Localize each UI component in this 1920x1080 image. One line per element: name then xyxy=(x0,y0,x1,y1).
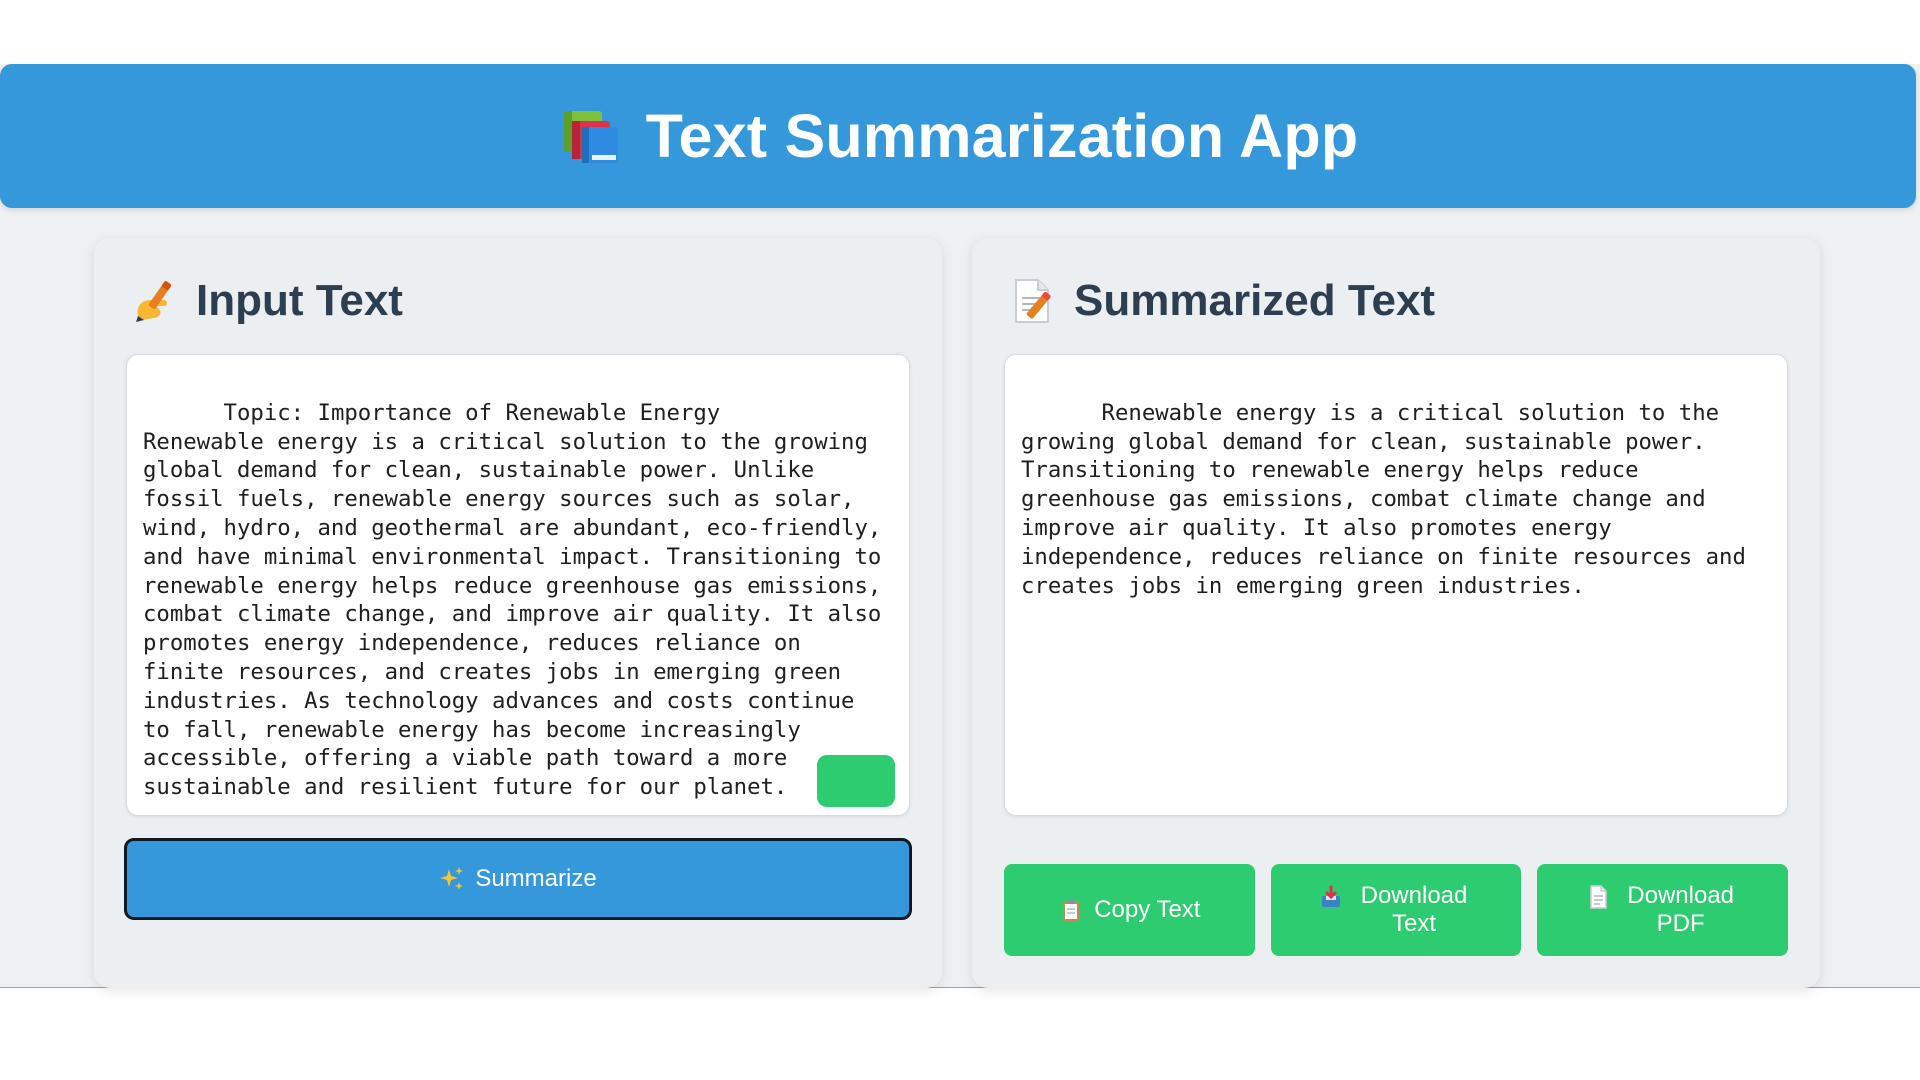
download-pdf-button[interactable]: Download PDF xyxy=(1537,864,1789,956)
memo-icon xyxy=(1008,276,1058,326)
summary-text-content[interactable]: Renewable energy is a critical solution … xyxy=(1021,400,1759,599)
input-panel: Input Text Topic: Importance of Renewabl… xyxy=(94,238,942,988)
download-text-button[interactable]: Download Text xyxy=(1270,864,1522,956)
copy-text-label: Copy Text xyxy=(1094,896,1201,923)
summarize-button[interactable]: Summarize xyxy=(124,838,912,920)
copy-text-button[interactable]: Copy Text xyxy=(1004,864,1255,956)
summarize-label: Summarize xyxy=(475,865,597,892)
inbox-tray-icon xyxy=(1318,884,1344,910)
output-heading-label: Summarized Text xyxy=(1074,276,1436,325)
output-actions: Copy Text Download Text Download PDF xyxy=(1004,864,1789,956)
app-header: Text Summarization App xyxy=(0,64,1916,208)
clipboard-icon xyxy=(1058,897,1084,923)
download-pdf-label: Download PDF xyxy=(1627,882,1735,937)
viewport: Text Summarization App Input Text Topic:… xyxy=(0,0,1920,1080)
sparkles-icon xyxy=(439,866,465,892)
summary-textarea[interactable]: Renewable energy is a critical solution … xyxy=(1004,354,1788,816)
books-icon xyxy=(558,105,624,167)
input-textarea[interactable]: Topic: Importance of Renewable Energy Re… xyxy=(126,354,910,816)
upload-file-button[interactable] xyxy=(817,755,895,807)
download-text-label: Download Text xyxy=(1360,882,1468,937)
input-heading: Input Text xyxy=(130,276,403,326)
output-panel: Summarized Text Renewable energy is a cr… xyxy=(972,238,1820,988)
page-icon xyxy=(1585,884,1611,910)
app-title: Text Summarization App xyxy=(645,102,1359,170)
input-heading-label: Input Text xyxy=(196,276,403,325)
inbox-tray-icon xyxy=(843,768,869,794)
output-heading: Summarized Text xyxy=(1008,276,1435,326)
input-text-content[interactable]: Topic: Importance of Renewable Energy Re… xyxy=(143,400,895,800)
writing-hand-icon xyxy=(130,276,180,326)
